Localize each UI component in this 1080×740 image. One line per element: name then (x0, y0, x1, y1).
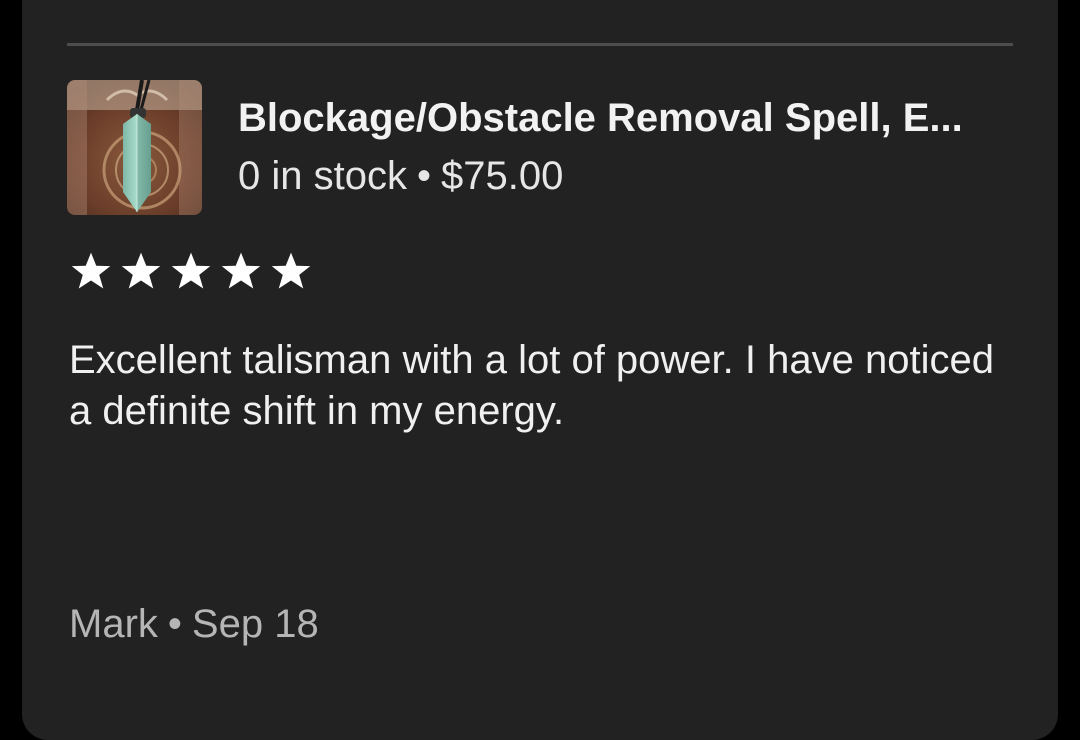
star-icon (71, 252, 111, 289)
divider (67, 43, 1013, 46)
reviewer-name[interactable]: Mark (69, 602, 158, 646)
star-icon (171, 252, 211, 289)
star-icon (221, 252, 261, 289)
crystal-pendant-image (67, 80, 202, 215)
star-rating (70, 250, 312, 296)
product-thumbnail[interactable] (67, 80, 202, 215)
meta-separator: • (416, 154, 431, 198)
star-icon (121, 252, 161, 289)
reviewer-separator: • (167, 602, 182, 646)
reviewer-line: Mark • Sep 18 (69, 600, 319, 648)
stock-status: 0 in stock (238, 154, 407, 198)
star-icon (271, 252, 311, 289)
product-price: $75.00 (440, 154, 564, 198)
product-title[interactable]: Blockage/Obstacle Removal Spell, E... (238, 94, 1018, 142)
product-meta: 0 in stock • $75.00 (238, 152, 563, 200)
review-text: Excellent talisman with a lot of power. … (69, 338, 994, 433)
review-date: Sep 18 (191, 602, 319, 646)
